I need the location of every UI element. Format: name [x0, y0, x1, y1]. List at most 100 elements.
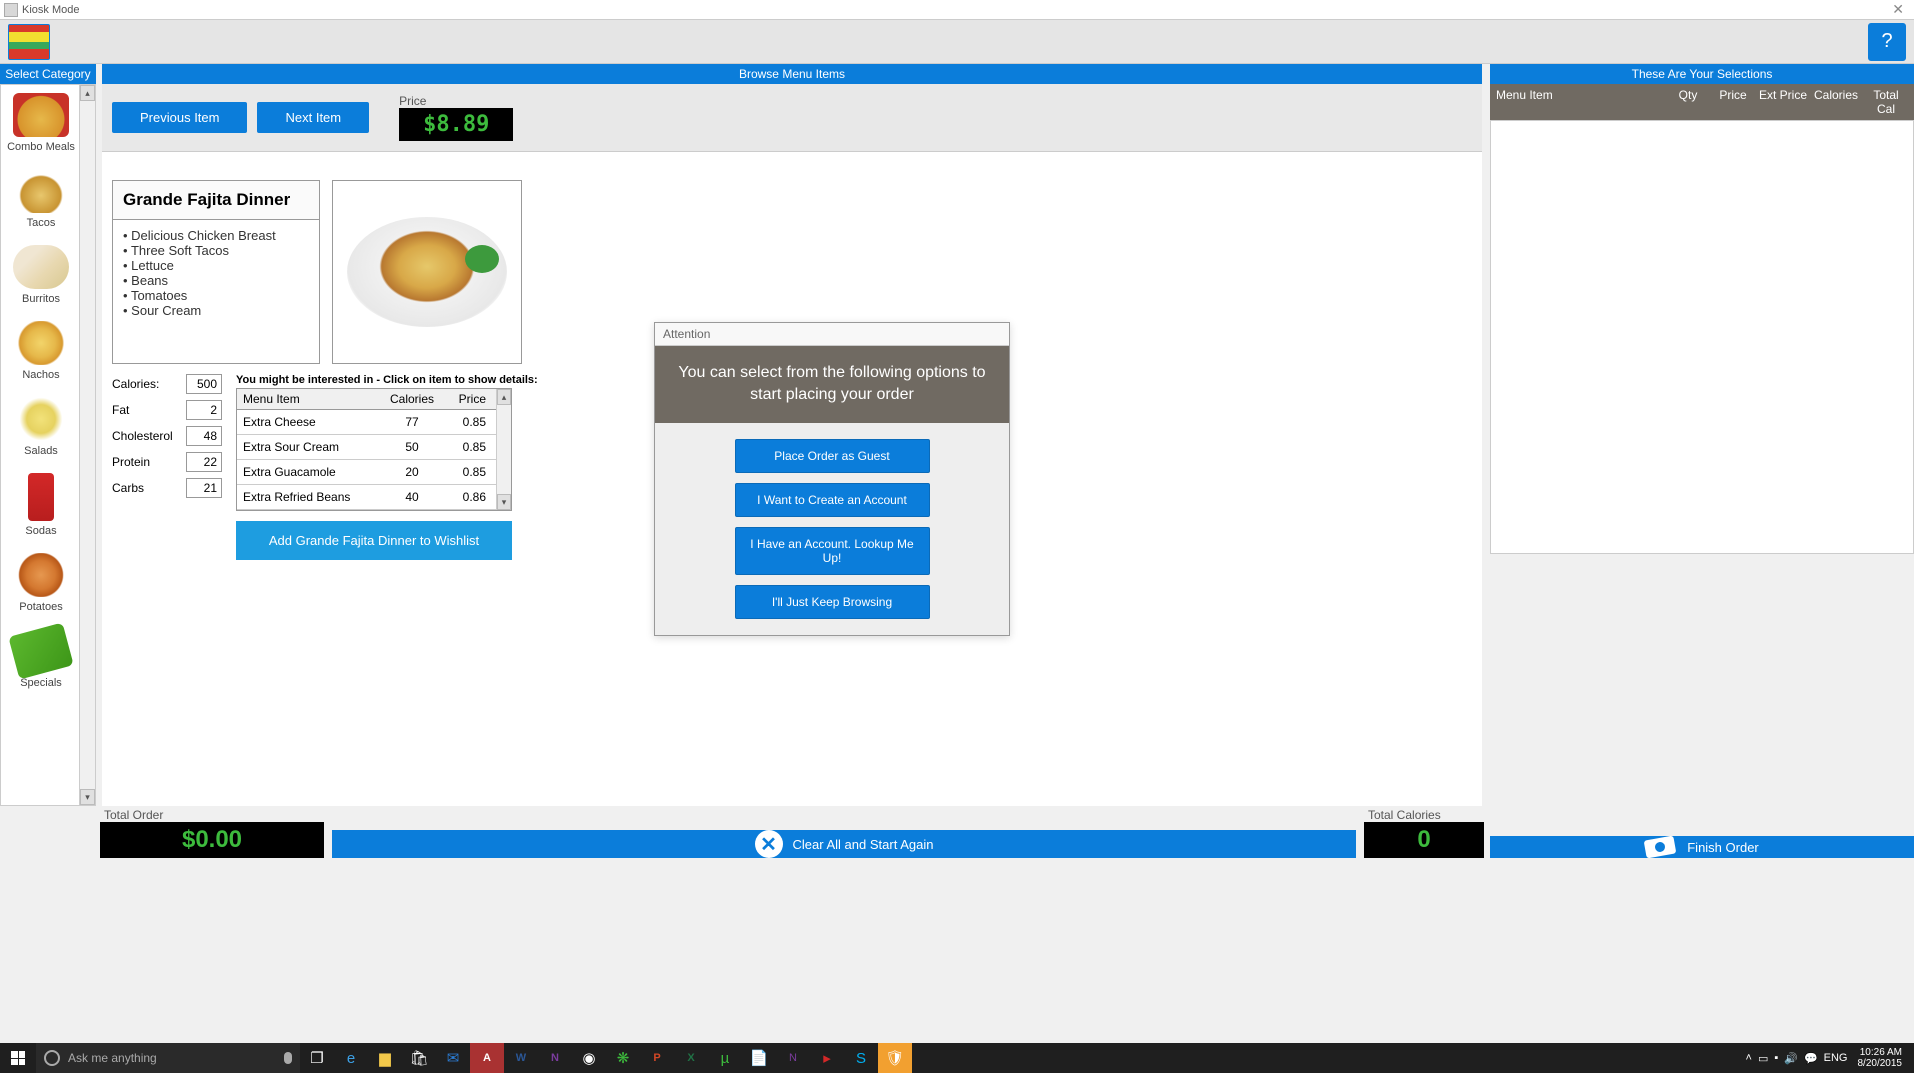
calories-value: 500 — [186, 374, 222, 394]
file-explorer-icon[interactable]: ▆ — [368, 1043, 402, 1073]
browse-body: Grande Fajita Dinner Delicious Chicken B… — [102, 152, 1482, 806]
clear-all-bar: ✕ Clear All and Start Again — [332, 808, 1356, 858]
category-label: Specials — [20, 677, 62, 689]
col-calories: Calories — [1808, 88, 1864, 116]
addon-row[interactable]: Extra Sour Cream500.85 — [237, 435, 496, 460]
addon-name: Extra Sour Cream — [237, 435, 384, 459]
total-calories-value: 0 — [1364, 822, 1484, 858]
addon-calories: 40 — [384, 485, 440, 509]
next-item-button[interactable]: Next Item — [257, 102, 369, 133]
category-label: Burritos — [22, 293, 60, 305]
item-bullet: Lettuce — [123, 258, 309, 273]
powerpoint-icon[interactable]: P — [640, 1043, 674, 1073]
modal-option-button[interactable]: Place Order as Guest — [735, 439, 930, 473]
add-to-wishlist-button[interactable]: Add Grande Fajita Dinner to Wishlist — [236, 521, 512, 560]
utorrent-icon[interactable]: µ — [708, 1043, 742, 1073]
top-header: ? — [0, 20, 1914, 64]
search-placeholder: Ask me anything — [68, 1051, 157, 1065]
onenote-icon[interactable]: N — [538, 1043, 572, 1073]
notifications-icon[interactable]: 💬 — [1804, 1052, 1818, 1065]
clear-all-button[interactable]: ✕ Clear All and Start Again — [332, 830, 1356, 858]
previous-item-button[interactable]: Previous Item — [112, 102, 247, 133]
chrome-icon[interactable]: ◉ — [572, 1043, 606, 1073]
language-indicator[interactable]: ENG — [1824, 1052, 1848, 1064]
outlook-icon[interactable]: ✉ — [436, 1043, 470, 1073]
item-bullet: Tomatoes — [123, 288, 309, 303]
category-item[interactable]: Salads — [1, 389, 81, 465]
modal-title: Attention — [655, 323, 1009, 346]
cholesterol-value: 48 — [186, 426, 222, 446]
skype-icon[interactable]: S — [844, 1043, 878, 1073]
app-icon-green[interactable]: ❋ — [606, 1043, 640, 1073]
modal-option-button[interactable]: I'll Just Keep Browsing — [735, 585, 930, 619]
battery-icon[interactable]: ▭ — [1758, 1052, 1768, 1065]
price-label: Price — [399, 94, 513, 108]
finish-order-bar: Finish Order — [1490, 808, 1914, 858]
store-icon[interactable]: 🛍 — [402, 1043, 436, 1073]
window-titlebar: Kiosk Mode ✕ — [0, 0, 1914, 20]
microphone-icon[interactable] — [284, 1052, 292, 1064]
item-bullet: Beans — [123, 273, 309, 288]
close-icon[interactable]: ✕ — [1886, 1, 1910, 18]
start-button[interactable] — [0, 1043, 36, 1073]
calories-label: Calories: — [112, 377, 159, 391]
addon-name: Extra Guacamole — [237, 460, 384, 484]
category-icon — [13, 245, 69, 289]
sidebar-scrollbar[interactable]: ▴ ▾ — [79, 85, 95, 805]
excel-icon[interactable]: X — [674, 1043, 708, 1073]
volume-icon[interactable]: 🔊 — [1784, 1052, 1798, 1065]
modal-option-button[interactable]: I Want to Create an Account — [735, 483, 930, 517]
category-item[interactable]: Combo Meals — [1, 85, 81, 161]
scroll-down-icon[interactable]: ▾ — [80, 789, 95, 805]
addon-row[interactable]: Extra Cheese770.85 — [237, 410, 496, 435]
help-button[interactable]: ? — [1868, 23, 1906, 61]
category-item[interactable]: Burritos — [1, 237, 81, 313]
task-view-button[interactable]: ❐ — [300, 1049, 334, 1067]
addon-row[interactable]: Extra Guacamole200.85 — [237, 460, 496, 485]
onenote-app-icon[interactable]: N — [776, 1043, 810, 1073]
addon-calories: 50 — [384, 435, 440, 459]
category-item[interactable]: Specials — [1, 621, 81, 697]
tray-chevron-icon[interactable]: ˄ — [1746, 1052, 1752, 1064]
modal-message: You can select from the following option… — [655, 346, 1009, 423]
scroll-down-icon[interactable]: ▾ — [497, 494, 511, 510]
scroll-up-icon[interactable]: ▴ — [80, 85, 95, 101]
item-bullet: Delicious Chicken Breast — [123, 228, 309, 243]
finish-order-button[interactable]: Finish Order — [1490, 836, 1914, 858]
col-ext-price: Ext Price — [1758, 88, 1808, 116]
total-order-box: Total Order $0.00 — [100, 808, 324, 858]
category-item[interactable]: Tacos — [1, 161, 81, 237]
fat-label: Fat — [112, 403, 129, 417]
addon-col-item: Menu Item — [237, 389, 384, 409]
taskbar-search[interactable]: Ask me anything — [36, 1043, 300, 1073]
sidebar-header: Select Category — [0, 64, 96, 84]
category-icon — [13, 321, 69, 365]
addon-scrollbar[interactable]: ▴ ▾ — [496, 389, 511, 510]
category-item[interactable]: Potatoes — [1, 545, 81, 621]
word-icon[interactable]: W — [504, 1043, 538, 1073]
taskbar-clock[interactable]: 10:26 AM 8/20/2015 — [1854, 1045, 1907, 1071]
addon-name: Extra Refried Beans — [237, 485, 384, 509]
category-label: Combo Meals — [7, 141, 75, 153]
protein-value: 22 — [186, 452, 222, 472]
shield-icon[interactable]: 🛡 — [878, 1043, 912, 1073]
edge-icon[interactable]: e — [334, 1043, 368, 1073]
item-description: Grande Fajita Dinner Delicious Chicken B… — [112, 180, 320, 364]
modal-option-button[interactable]: I Have an Account. Lookup Me Up! — [735, 527, 930, 575]
price-value: $8.89 — [399, 108, 513, 141]
category-label: Tacos — [27, 217, 56, 229]
network-icon[interactable]: ▪ — [1774, 1052, 1778, 1064]
category-item[interactable]: Nachos — [1, 313, 81, 389]
addon-name: Extra Cheese — [237, 410, 384, 434]
category-item[interactable]: Sodas — [1, 465, 81, 545]
pdf-icon[interactable]: 📄 — [742, 1043, 776, 1073]
system-tray: ˄ ▭ ▪ 🔊 💬 ENG 10:26 AM 8/20/2015 — [1746, 1045, 1914, 1071]
selections-columns: Menu Item Qty Price Ext Price Calories T… — [1490, 84, 1914, 120]
addon-row[interactable]: Extra Refried Beans400.86 — [237, 485, 496, 510]
price-box: Price $8.89 — [399, 94, 513, 141]
addon-col-price: Price — [440, 389, 496, 409]
access-icon[interactable]: A — [470, 1043, 504, 1073]
scroll-up-icon[interactable]: ▴ — [497, 389, 511, 405]
app-icon-red[interactable]: ▸ — [810, 1043, 844, 1073]
col-price: Price — [1708, 88, 1758, 116]
